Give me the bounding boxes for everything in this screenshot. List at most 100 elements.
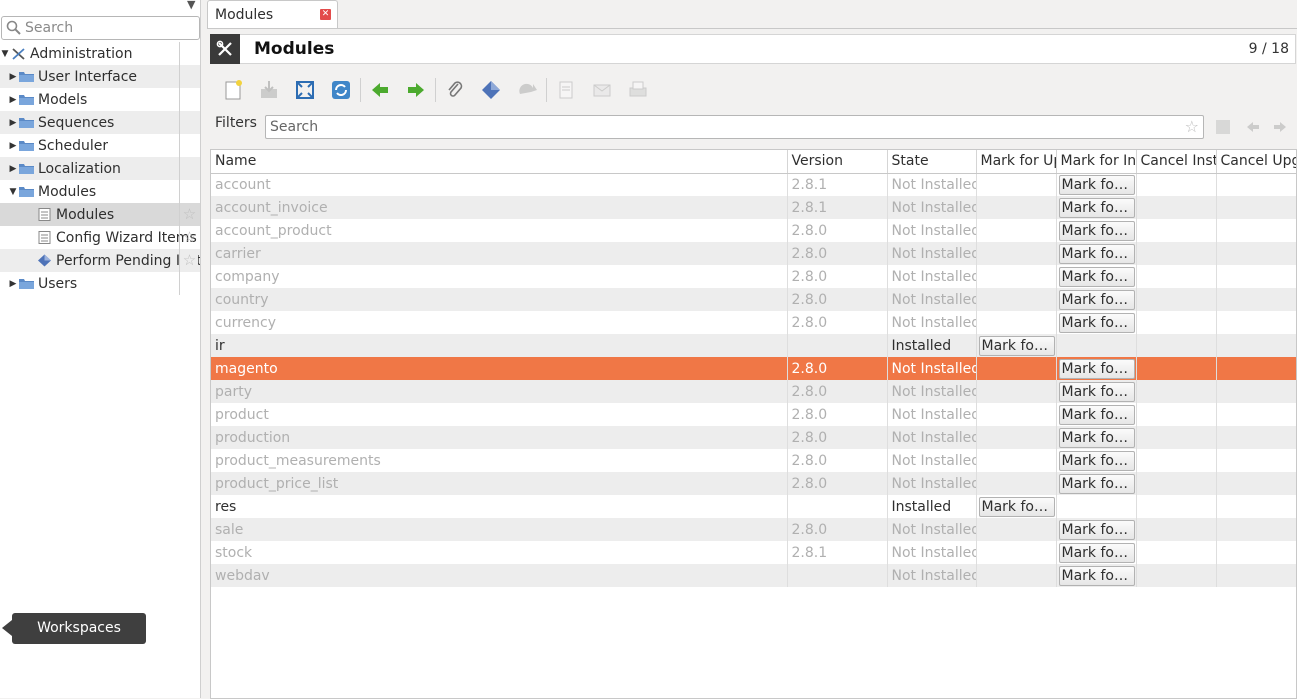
mark-button[interactable]: Mark fo… (1058, 542, 1135, 563)
mark-button[interactable]: Mark fo… (1058, 404, 1135, 425)
filter-previous-icon[interactable] (1243, 117, 1263, 137)
table-row[interactable]: ir Installed Mark fo… (211, 334, 1296, 357)
expand-right-icon[interactable]: ▶ (8, 164, 18, 174)
cell-mark-install: Mark fo… (1056, 518, 1137, 541)
mark-button[interactable]: Mark fo… (1058, 312, 1135, 333)
tree-item[interactable]: ▼ Modules (0, 180, 200, 203)
toolbar (215, 74, 656, 106)
email-button[interactable] (584, 74, 620, 106)
favorite-star-icon[interactable]: ☆ (181, 229, 198, 246)
expand-right-icon[interactable]: ▶ (8, 279, 18, 289)
mark-button[interactable]: Mark fo… (1058, 427, 1135, 448)
mark-button[interactable]: Mark fo… (1058, 358, 1135, 379)
mark-button[interactable]: Mark fo… (1058, 519, 1135, 540)
mark-button[interactable]: Mark fo… (1058, 243, 1135, 264)
table-row[interactable]: production 2.8.0 Not Installed Mark fo… (211, 426, 1296, 449)
table-row[interactable]: account 2.8.1 Not Installed Mark fo… (211, 173, 1296, 196)
cell-version: 2.8.0 (787, 265, 888, 288)
cell-version: 2.8.0 (787, 426, 888, 449)
relate-button[interactable] (509, 74, 545, 106)
filter-next-icon[interactable] (1270, 117, 1290, 137)
table-row[interactable]: webdav Not Installed Mark fo… (211, 564, 1296, 587)
new-record-button[interactable] (215, 74, 251, 106)
reload-button[interactable] (323, 74, 359, 106)
favorite-star-icon[interactable]: ☆ (181, 206, 198, 223)
table-row[interactable]: stock 2.8.1 Not Installed Mark fo… (211, 541, 1296, 564)
column-header[interactable]: Mark for Upgrade (976, 150, 1057, 174)
close-tab-icon[interactable]: ✕ (320, 9, 331, 20)
bookmark-star-icon[interactable]: ☆ (1185, 117, 1199, 136)
mark-button[interactable]: Mark fo… (1058, 381, 1135, 402)
tree-item[interactable]: ▶ Users (0, 272, 200, 295)
tree-item[interactable]: ▼ Administration (0, 42, 200, 65)
tab-modules[interactable]: Modules ✕ (207, 0, 338, 29)
cell-state: Not Installed (887, 449, 977, 472)
expand-down-icon[interactable]: ▼ (0, 49, 10, 59)
table-row[interactable]: account_invoice 2.8.1 Not Installed Mark fo… (211, 196, 1296, 219)
save-filter-icon[interactable] (1213, 117, 1233, 137)
column-header[interactable]: Version (787, 150, 888, 174)
column-header[interactable]: Name (211, 150, 788, 174)
table-row[interactable]: magento 2.8.0 Not Installed Mark fo… (211, 357, 1296, 380)
tree-item[interactable]: Modules ☆ (0, 203, 200, 226)
report-button[interactable] (548, 74, 584, 106)
table-row[interactable]: company 2.8.0 Not Installed Mark fo… (211, 265, 1296, 288)
table-row[interactable]: country 2.8.0 Not Installed Mark fo… (211, 288, 1296, 311)
column-header[interactable]: State (887, 150, 977, 174)
cell-state: Not Installed (887, 541, 977, 564)
column-header[interactable]: Mark for Installation (1056, 150, 1137, 174)
mark-button[interactable]: Mark fo… (978, 496, 1055, 517)
toolbar-separator (546, 78, 547, 102)
workspaces-tooltip[interactable]: Workspaces (0, 613, 146, 644)
cell-cancel-upgrade (1216, 541, 1296, 564)
table-row[interactable]: account_product 2.8.0 Not Installed Mark fo… (211, 219, 1296, 242)
table-row[interactable]: res Installed Mark fo… (211, 495, 1296, 518)
column-header[interactable]: Cancel Installation (1136, 150, 1217, 174)
cell-state: Not Installed (887, 426, 977, 449)
filter-search-input[interactable]: Search ☆ (265, 115, 1204, 139)
next-record-button[interactable] (398, 74, 434, 106)
table-row[interactable]: product_price_list 2.8.0 Not Installed Mark… (211, 472, 1296, 495)
table-row[interactable]: currency 2.8.0 Not Installed Mark fo… (211, 311, 1296, 334)
mark-button[interactable]: Mark fo… (1058, 266, 1135, 287)
tree-item[interactable]: Perform Pending Installation/Upgrade☆ (0, 249, 200, 272)
expand-right-icon[interactable]: ▶ (8, 72, 18, 82)
table-row[interactable]: party 2.8.0 Not Installed Mark fo… (211, 380, 1296, 403)
column-header[interactable]: Cancel Upgrade (1216, 150, 1296, 174)
tree-item[interactable]: ▶ Localization (0, 157, 200, 180)
expand-down-icon[interactable]: ▼ (8, 187, 18, 197)
table-row[interactable]: sale 2.8.0 Not Installed Mark fo… (211, 518, 1296, 541)
expand-right-icon[interactable]: ▶ (8, 118, 18, 128)
action-button[interactable] (473, 74, 509, 106)
table-row[interactable]: carrier 2.8.0 Not Installed Mark fo… (211, 242, 1296, 265)
mark-button[interactable]: Mark fo… (1058, 174, 1135, 195)
cell-cancel-upgrade (1216, 495, 1296, 518)
mark-button[interactable]: Mark fo… (1058, 197, 1135, 218)
table-row[interactable]: product 2.8.0 Not Installed Mark fo… (211, 403, 1296, 426)
expand-right-icon[interactable]: ▶ (8, 95, 18, 105)
save-button[interactable] (251, 74, 287, 106)
attachment-button[interactable] (437, 74, 473, 106)
tree-item[interactable]: Config Wizard Items ☆ (0, 226, 200, 249)
tree-item[interactable]: ▶ Models (0, 88, 200, 111)
mark-button[interactable]: Mark fo… (1058, 220, 1135, 241)
mark-button[interactable]: Mark fo… (1058, 289, 1135, 310)
sidebar-menu-chevron-icon[interactable]: ▼ (187, 0, 195, 11)
report-icon (559, 81, 573, 99)
table-row[interactable]: product_measurements 2.8.0 Not Installed Ma… (211, 449, 1296, 472)
print-button[interactable] (620, 74, 656, 106)
switch-view-button[interactable] (287, 74, 323, 106)
mark-button[interactable]: Mark fo… (1058, 565, 1135, 586)
favorite-star-icon[interactable]: ☆ (181, 252, 198, 269)
sidebar-search-input[interactable]: Search (1, 16, 200, 40)
tree-item[interactable]: ▶ Scheduler (0, 134, 200, 157)
mark-button[interactable]: Mark fo… (1058, 473, 1135, 494)
cell-state: Installed (887, 495, 977, 518)
expand-right-icon[interactable]: ▶ (8, 141, 18, 151)
previous-record-button[interactable] (362, 74, 398, 106)
mark-button[interactable]: Mark fo… (1058, 450, 1135, 471)
tree-item[interactable]: ▶ Sequences (0, 111, 200, 134)
tree-item[interactable]: ▶ User Interface (0, 65, 200, 88)
mark-button[interactable]: Mark fo… (978, 335, 1055, 356)
cell-version: 2.8.0 (787, 219, 888, 242)
